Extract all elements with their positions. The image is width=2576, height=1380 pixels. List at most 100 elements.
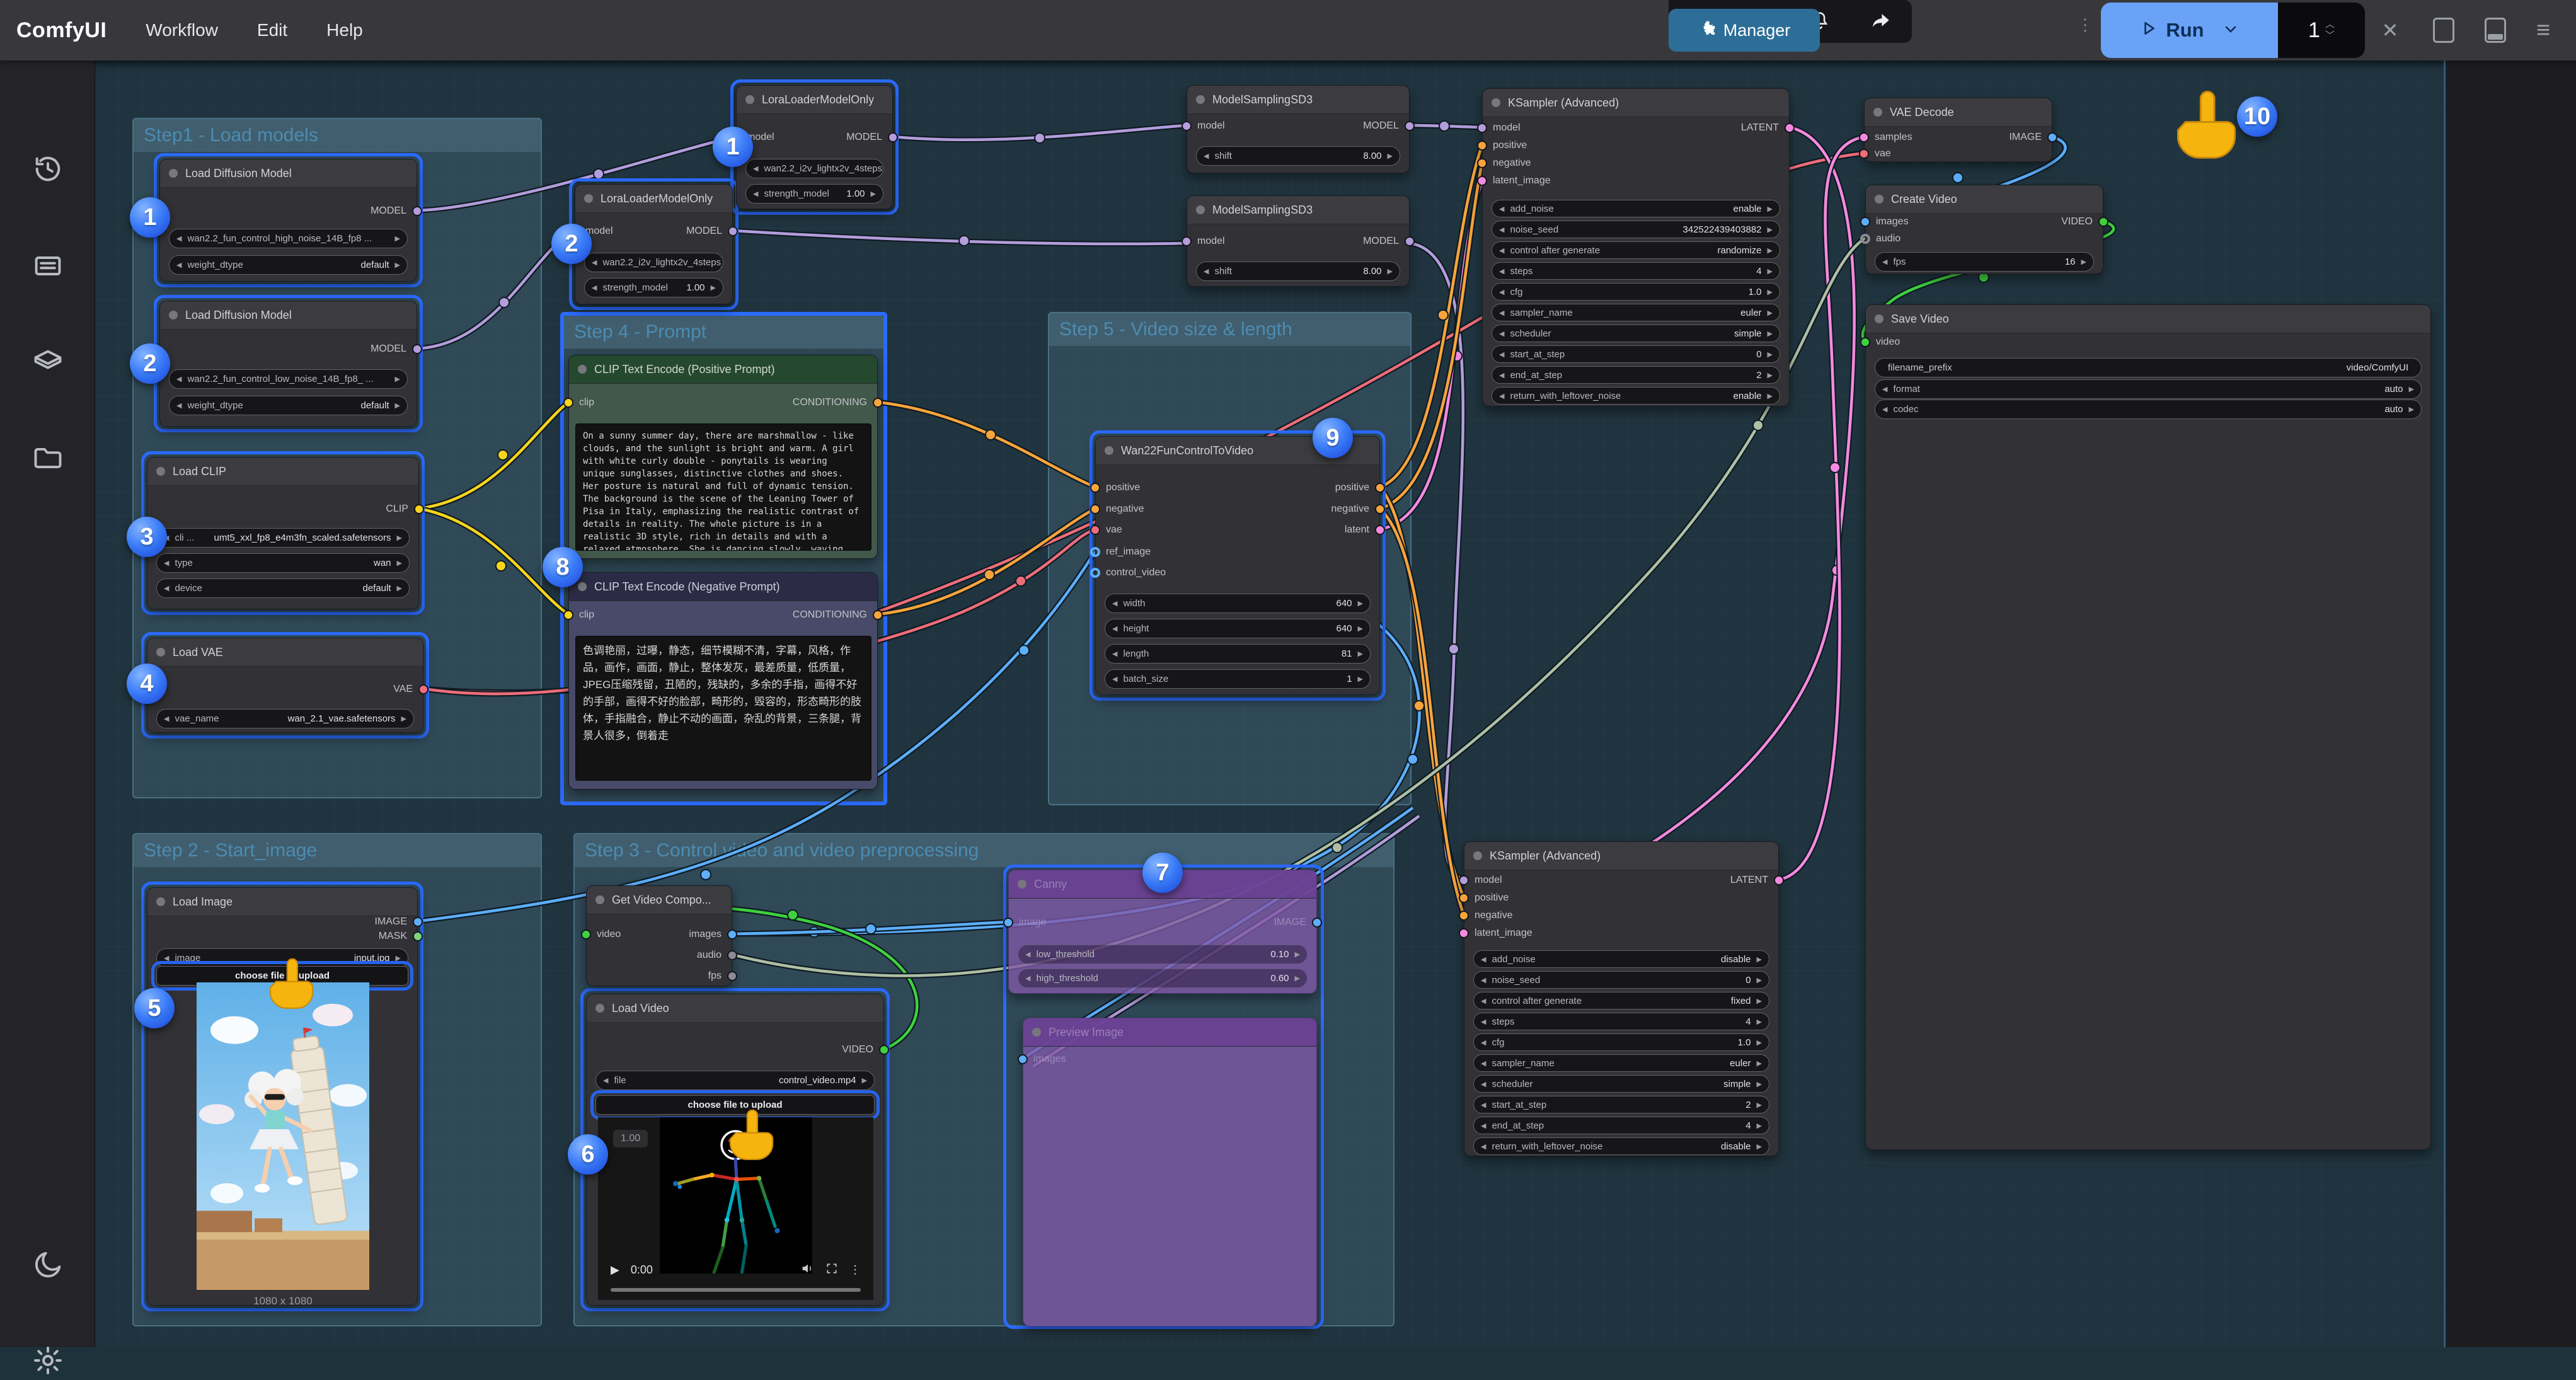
combo-left-icon[interactable]: ◀ (1882, 258, 1887, 266)
output-dot[interactable] (412, 206, 422, 216)
node-header[interactable]: Get Video Compo... (587, 886, 732, 914)
node-clip-text-positive[interactable]: CLIP Text Encode (Positive Prompt)clipCO… (568, 355, 878, 559)
combo-left-icon[interactable]: ◀ (1481, 1059, 1486, 1067)
node-load-vae[interactable]: Load VAEVAE◀vae_namewan_2.1_vae.safetens… (147, 638, 423, 733)
output-MASK[interactable]: MASK (379, 929, 423, 944)
widget-cli ...[interactable]: ◀cli ...umt5_xxl_fp8_e4m3fn_scaled.safet… (156, 528, 410, 548)
combo-right-icon[interactable]: ▶ (1768, 246, 1773, 255)
combo-left-icon[interactable]: ◀ (1499, 371, 1504, 379)
combo-left-icon[interactable]: ◀ (603, 1076, 608, 1084)
combo-left-icon[interactable]: ◀ (164, 954, 169, 962)
play-icon[interactable]: ▶ (611, 1263, 619, 1277)
output-dot[interactable] (412, 344, 422, 354)
combo-right-icon[interactable]: ▶ (1388, 267, 1393, 275)
widget-high_threshold[interactable]: ◀high_threshold0.60▶ (1018, 969, 1308, 988)
run-button[interactable]: Run (2101, 3, 2278, 58)
combo-right-icon[interactable]: ▶ (2409, 385, 2414, 393)
combo-left-icon[interactable]: ◀ (1499, 330, 1504, 338)
input-dot[interactable] (563, 610, 573, 620)
combo-right-icon[interactable]: ▶ (711, 284, 716, 292)
node-load-clip[interactable]: Load CLIPCLIP◀cli ...umt5_xxl_fp8_e4m3fn… (147, 457, 419, 609)
combo-left-icon[interactable]: ◀ (1499, 309, 1504, 317)
combo-right-icon[interactable]: ▶ (1295, 974, 1300, 982)
node-header[interactable]: Preview Image (1023, 1018, 1316, 1047)
input-latent_image[interactable]: latent_image (1459, 926, 1532, 941)
output-dot[interactable] (1375, 483, 1385, 493)
combo-left-icon[interactable]: ◀ (1481, 997, 1486, 1005)
combo-left-icon[interactable]: ◀ (1481, 1101, 1486, 1109)
widget-batch_size[interactable]: ◀batch_size1▶ (1105, 669, 1371, 689)
widget-shift[interactable]: ◀shift8.00▶ (1196, 146, 1400, 166)
combo-left-icon[interactable]: ◀ (1481, 1018, 1486, 1026)
combo-left-icon[interactable]: ◀ (592, 284, 597, 292)
output-CONDITIONING[interactable]: CONDITIONING (793, 395, 883, 410)
combo-left-icon[interactable]: ◀ (1204, 267, 1209, 275)
widget-return_with_leftover_noise[interactable]: ◀return_with_leftover_noisedisable▶ (1473, 1137, 1769, 1155)
input-samples[interactable]: samples (1859, 130, 1912, 145)
output-MODEL[interactable]: MODEL (846, 130, 898, 145)
input-dot[interactable] (1860, 234, 1870, 244)
widget-height[interactable]: ◀height640▶ (1105, 619, 1371, 638)
menu-edit[interactable]: Edit (257, 20, 287, 40)
combo-left-icon[interactable]: ◀ (164, 584, 169, 592)
input-dot[interactable] (1182, 236, 1192, 246)
close-icon[interactable]: ✕ (2378, 18, 2403, 43)
node-ksampler-top[interactable]: KSampler (Advanced)modelpositivenegative… (1482, 88, 1790, 406)
widget-return_with_leftover_noise[interactable]: ◀return_with_leftover_noiseenable▶ (1492, 387, 1780, 405)
input-dot[interactable] (1459, 928, 1469, 938)
widget-noise_seed[interactable]: ◀noise_seed0▶ (1473, 971, 1769, 989)
collapse-dot-icon[interactable] (156, 467, 165, 476)
output-dot[interactable] (727, 971, 737, 981)
collapse-dot-icon[interactable] (1873, 108, 1882, 117)
collapse-dot-icon[interactable] (1105, 446, 1113, 455)
output-VIDEO[interactable]: VIDEO (842, 1042, 889, 1057)
widget-weight_dtype[interactable]: ◀weight_dtypedefault▶ (169, 255, 408, 275)
combo-left-icon[interactable]: ◀ (1112, 599, 1117, 607)
input-dot[interactable] (1459, 911, 1469, 921)
output-positive[interactable]: positive (1335, 480, 1385, 495)
node-model-sampling-b[interactable]: ModelSamplingSD3modelMODEL◀shift8.00▶ (1187, 195, 1410, 287)
collapse-dot-icon[interactable] (1473, 851, 1482, 860)
combo-right-icon[interactable]: ▶ (401, 715, 406, 723)
output-LATENT[interactable]: LATENT (1730, 873, 1784, 888)
output-dot[interactable] (888, 132, 898, 142)
menu-help[interactable]: Help (326, 20, 363, 40)
collapse-dot-icon[interactable] (156, 648, 165, 657)
node-lora-loader-low[interactable]: LoraLoaderModelOnlymodelMODEL◀wan2.2_i2v… (575, 184, 733, 304)
widget-cfg[interactable]: ◀cfg1.0▶ (1492, 283, 1780, 301)
combo-right-icon[interactable]: ▶ (1358, 650, 1363, 658)
input-dot[interactable] (1860, 337, 1870, 347)
input-negative[interactable]: negative (1459, 908, 1513, 923)
combo-right-icon[interactable]: ▶ (1768, 205, 1773, 213)
widget-shift[interactable]: ◀shift8.00▶ (1196, 262, 1400, 281)
input-vae[interactable]: vae (1859, 146, 1891, 161)
combo-left-icon[interactable]: ◀ (1499, 288, 1504, 296)
input-dot[interactable] (1477, 176, 1487, 186)
output-CONDITIONING[interactable]: CONDITIONING (793, 607, 883, 623)
output-dot[interactable] (413, 931, 423, 941)
node-vae-decode[interactable]: VAE DecodesamplesvaeIMAGE (1864, 98, 2052, 162)
input-dot[interactable] (1090, 483, 1100, 493)
output-MODEL[interactable]: MODEL (1363, 118, 1415, 134)
widget-wan2.2_i2v_lightx2v_4steps_lor ...[interactable]: ◀wan2.2_i2v_lightx2v_4steps_lor ...▶ (584, 253, 723, 272)
input-dot[interactable] (1860, 217, 1870, 227)
node-header[interactable]: VAE Decode (1865, 98, 2052, 127)
combo-right-icon[interactable]: ▶ (397, 559, 402, 567)
output-latent[interactable]: latent (1345, 522, 1385, 538)
collapse-dot-icon[interactable] (156, 897, 165, 906)
node-header[interactable]: Load Diffusion Model (160, 301, 417, 330)
output-MODEL[interactable]: MODEL (371, 342, 422, 357)
combo-right-icon[interactable]: ▶ (1757, 1080, 1762, 1088)
combo-right-icon[interactable]: ▶ (395, 261, 400, 269)
output-dot[interactable] (2047, 132, 2057, 142)
combo-left-icon[interactable]: ◀ (592, 258, 597, 267)
widget-weight_dtype[interactable]: ◀weight_dtypedefault▶ (169, 396, 408, 415)
input-dot[interactable] (1859, 132, 1869, 142)
input-dot[interactable] (1090, 525, 1100, 535)
input-positive[interactable]: positive (1459, 890, 1509, 906)
collapse-dot-icon[interactable] (578, 582, 587, 591)
output-dot[interactable] (727, 950, 737, 960)
output-dot[interactable] (728, 226, 738, 236)
combo-left-icon[interactable]: ◀ (1112, 675, 1117, 683)
combo-left-icon[interactable]: ◀ (753, 190, 758, 198)
